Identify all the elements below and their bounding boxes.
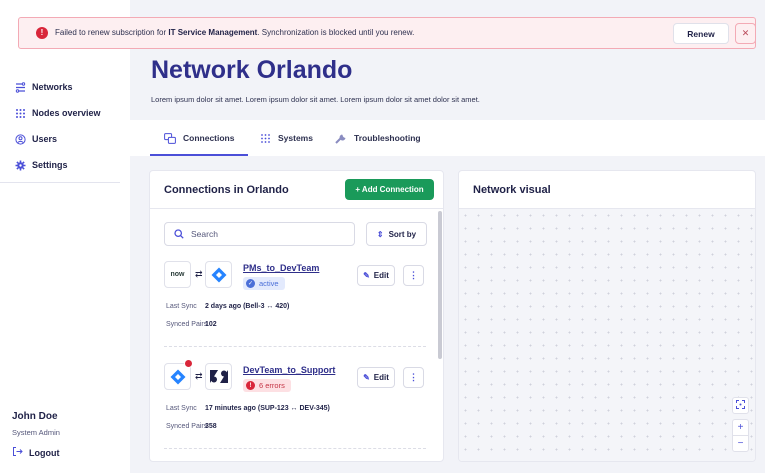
last-sync-row: Last Sync 17 minutes ago (SUP-123 ↔ DEV-… (166, 405, 330, 412)
zoom-in-button[interactable]: + (732, 419, 749, 436)
sidebar-item-nodes-overview[interactable]: Nodes overview (14, 100, 120, 126)
error-icon: ! (246, 381, 255, 390)
network-visual-title: Network visual (473, 184, 551, 196)
more-options-button[interactable]: ⋮ (403, 367, 424, 388)
status-label: active (259, 279, 279, 288)
logout-icon (12, 446, 23, 459)
user-profile: John Doe System Admin (12, 411, 60, 437)
zoom-out-button[interactable]: − (732, 435, 749, 452)
pencil-icon: ✎ (363, 271, 370, 280)
connections-panel: Connections in Orlando + Add Connection … (149, 170, 444, 462)
jira-logo (205, 261, 232, 288)
tab-label: Troubleshooting (354, 133, 421, 143)
sidebar-item-label: Nodes overview (32, 108, 101, 118)
tab-bar: Connections Systems Troubleshooting (130, 120, 765, 156)
user-icon (14, 133, 26, 145)
search-box (164, 222, 355, 246)
connection-name-link[interactable]: DevTeam_to_Support (243, 365, 335, 375)
edit-button[interactable]: ✎ Edit (357, 265, 395, 286)
subscription-alert: ! Failed to renew subscription for IT Se… (18, 17, 756, 49)
network-visual-panel: Network visual + − (458, 170, 756, 462)
alert-subscription-name: IT Service Management (168, 28, 258, 37)
page-description: Lorem ipsum dolor sit amet. Lorem ipsum … (151, 95, 480, 104)
zendesk-logo (205, 363, 232, 390)
grid-icon (260, 133, 271, 144)
logout-label: Logout (29, 447, 60, 458)
renew-button[interactable]: Renew (673, 23, 729, 44)
sidebar-item-label: Users (32, 134, 58, 144)
more-options-button[interactable]: ⋮ (403, 265, 424, 286)
grid-icon (14, 107, 26, 119)
error-badge: ! 6 errors (243, 379, 291, 392)
error-icon: ! (36, 27, 48, 39)
tab-connections[interactable]: Connections (149, 120, 250, 156)
user-role: System Admin (12, 428, 60, 437)
sidebar-nav: Networks Nodes overview Users Settings (14, 74, 120, 178)
synced-pairs-row: Synced Pairs 102 (166, 321, 217, 328)
network-visual-header: Network visual (459, 171, 755, 209)
network-icon (14, 81, 26, 93)
search-input[interactable] (191, 229, 341, 239)
servicenow-logo: now (164, 261, 191, 288)
swap-icon: ⇄ (195, 371, 203, 381)
plus-icon: + (737, 422, 744, 433)
list-divider (164, 448, 426, 449)
sort-icon: ⇕ (376, 229, 384, 239)
sidebar-item-networks[interactable]: Networks (14, 74, 120, 100)
edit-label: Edit (373, 373, 389, 382)
close-alert-button[interactable]: ✕ (735, 23, 756, 44)
fit-view-icon (736, 399, 745, 412)
last-sync-row: Last Sync 2 days ago (Bell-3 ↔ 420) (166, 303, 290, 310)
more-icon: ⋮ (409, 372, 418, 382)
error-indicator (184, 359, 193, 368)
sidebar: Networks Nodes overview Users Settings J… (0, 0, 130, 473)
sidebar-item-label: Settings (32, 160, 68, 170)
sort-label: Sort by (388, 229, 417, 239)
sidebar-item-settings[interactable]: Settings (14, 152, 120, 178)
add-connection-button[interactable]: + Add Connection (345, 179, 434, 200)
check-icon: ✓ (246, 279, 255, 288)
sidebar-item-label: Networks (32, 82, 73, 92)
tab-label: Connections (183, 133, 235, 143)
synced-pairs-row: Synced Pairs 358 (166, 423, 217, 430)
search-icon (174, 229, 184, 239)
tab-systems[interactable]: Systems (260, 120, 313, 156)
minus-icon: − (737, 438, 744, 449)
fit-view-button[interactable] (732, 397, 749, 414)
connection-name-link[interactable]: PMs_to_DevTeam (243, 263, 319, 273)
sidebar-divider (0, 182, 120, 183)
logout-button[interactable]: Logout (12, 446, 60, 459)
close-icon: ✕ (741, 28, 750, 38)
alert-message: Failed to renew subscription for IT Serv… (55, 28, 415, 37)
tab-label: Systems (278, 133, 313, 143)
sort-button[interactable]: ⇕ Sort by (366, 222, 427, 246)
sidebar-item-users[interactable]: Users (14, 126, 120, 152)
tab-troubleshooting[interactable]: Troubleshooting (335, 120, 421, 156)
list-divider (164, 346, 426, 347)
pencil-icon: ✎ (363, 373, 370, 382)
gear-icon (14, 159, 26, 171)
status-badge: ✓ active (243, 277, 285, 290)
connections-icon (164, 132, 176, 144)
wrench-icon (335, 133, 347, 144)
edit-label: Edit (373, 271, 389, 280)
list-scrollbar[interactable] (438, 211, 442, 359)
swap-icon: ⇄ (195, 269, 203, 279)
more-icon: ⋮ (409, 270, 418, 280)
network-canvas[interactable] (459, 209, 755, 461)
connections-panel-header: Connections in Orlando + Add Connection (150, 171, 443, 209)
status-label: 6 errors (259, 381, 285, 390)
page-title: Network Orlando (151, 56, 353, 84)
edit-button[interactable]: ✎ Edit (357, 367, 395, 388)
user-name: John Doe (12, 411, 58, 422)
connections-panel-title: Connections in Orlando (164, 184, 289, 196)
